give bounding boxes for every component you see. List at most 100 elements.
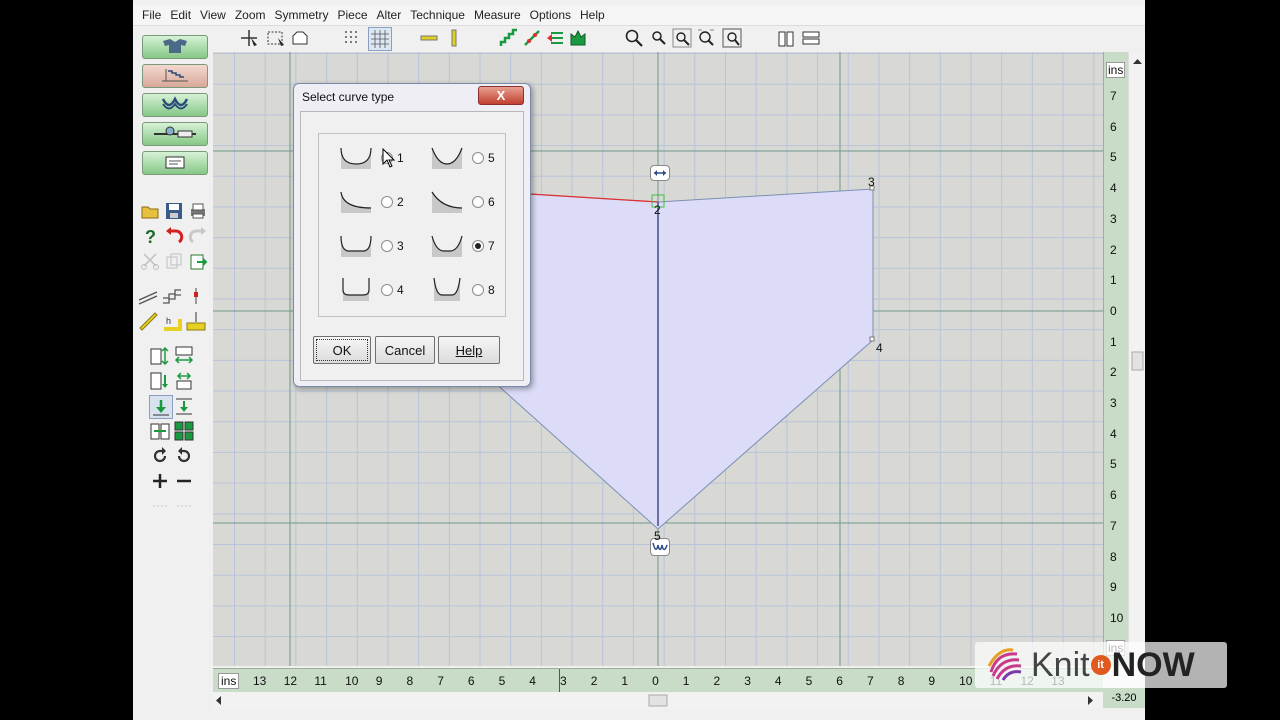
shaping-lines-icon[interactable] xyxy=(137,285,159,307)
paste-icon[interactable] xyxy=(187,250,209,272)
curve-1-label: 1 xyxy=(397,150,404,165)
zoom-fit-icon[interactable] xyxy=(671,27,693,49)
zoom-all-icon[interactable] xyxy=(721,27,743,49)
curve-option-8[interactable]: 8 xyxy=(430,274,495,305)
horizontal-scrollbar[interactable] xyxy=(213,692,1103,709)
vruler-tick: 1 xyxy=(1110,334,1117,349)
curve-6-radio[interactable] xyxy=(472,195,484,208)
hruler-tick: 0 xyxy=(652,674,659,688)
curve-option-2[interactable]: 2 xyxy=(339,186,404,217)
add-point-icon[interactable] xyxy=(149,470,171,492)
curve-5-radio[interactable] xyxy=(472,151,484,164)
menu-options[interactable]: Options xyxy=(526,5,576,22)
stretch-vertical-icon[interactable] xyxy=(149,345,171,367)
select-point-icon[interactable] xyxy=(238,27,260,49)
select-curve-type-dialog: Select curve type X 1 2 3 4 5 6 7 8 OK C… xyxy=(293,83,531,387)
curve-3-radio[interactable] xyxy=(381,239,393,252)
curve-option-4[interactable]: 4 xyxy=(339,274,404,305)
vruler-tick: 7 xyxy=(1110,89,1117,103)
logo-text-now: NOW xyxy=(1111,645,1195,684)
knitting-machine-button[interactable] xyxy=(142,122,208,146)
curve-7-radio[interactable] xyxy=(472,239,484,252)
chart-grid-icon xyxy=(160,67,190,86)
garment-button[interactable] xyxy=(142,35,208,59)
dot-grid-icon[interactable] xyxy=(341,27,363,49)
cut-scissors-icon[interactable] xyxy=(139,250,161,272)
dialog-close-button[interactable]: X xyxy=(478,86,524,105)
arrow-left-shaping-icon[interactable] xyxy=(544,27,566,49)
split-piece-icon[interactable] xyxy=(775,27,797,49)
edge-ruler-icon[interactable] xyxy=(185,310,207,332)
curve-option-6[interactable]: 6 xyxy=(430,186,495,217)
join-piece-icon[interactable] xyxy=(800,27,822,49)
menu-piece[interactable]: Piece xyxy=(334,5,373,22)
point-label-3: 3 xyxy=(868,175,875,189)
curve-8-icon xyxy=(430,274,464,305)
diagonal-shaping-icon[interactable] xyxy=(521,27,543,49)
print-icon[interactable] xyxy=(187,200,209,222)
curve-option-5[interactable]: 5 xyxy=(430,142,495,173)
menu-view[interactable]: View xyxy=(196,5,231,22)
stairs-icon[interactable] xyxy=(498,27,520,49)
horizontal-measure-icon[interactable] xyxy=(418,27,440,49)
select-piece-icon[interactable] xyxy=(289,27,311,49)
ok-button[interactable]: OK xyxy=(313,336,371,364)
tape-measure-icon[interactable]: h xyxy=(161,310,183,332)
remove-point-icon[interactable] xyxy=(173,470,195,492)
menu-technique[interactable]: Technique xyxy=(406,5,470,22)
copy-icon[interactable] xyxy=(163,250,185,272)
menu-symmetry[interactable]: Symmetry xyxy=(271,5,334,22)
zoom-out-icon[interactable] xyxy=(647,27,669,49)
menu-zoom[interactable]: Zoom xyxy=(231,5,271,22)
move-down-aligned-icon[interactable] xyxy=(173,395,195,417)
ruler-measure-icon[interactable] xyxy=(137,310,159,332)
stitch-pattern-button[interactable] xyxy=(142,93,208,117)
output-button[interactable] xyxy=(142,151,208,175)
shaping-steps-icon[interactable] xyxy=(161,285,183,307)
width-handle-icon[interactable] xyxy=(650,165,670,181)
line-grid-icon[interactable] xyxy=(368,27,392,51)
stretch-horizontal-icon[interactable] xyxy=(173,345,195,367)
menu-edit[interactable]: Edit xyxy=(166,5,196,22)
move-down-icon[interactable] xyxy=(149,395,173,419)
curve-2-radio[interactable] xyxy=(381,195,393,208)
point-right-icon[interactable] xyxy=(173,495,195,517)
curve-4-radio[interactable] xyxy=(381,283,393,296)
curve-option-7[interactable]: 7 xyxy=(430,230,495,261)
vertical-measure-icon[interactable] xyxy=(443,27,465,49)
save-disk-icon[interactable] xyxy=(163,200,185,222)
undo-icon[interactable] xyxy=(163,225,185,247)
redo-icon[interactable] xyxy=(187,225,209,247)
mirror-horizontal-icon[interactable] xyxy=(149,420,171,442)
menu-alter[interactable]: Alter xyxy=(373,5,407,22)
point-label-4: 4 xyxy=(876,341,883,355)
help-question-icon[interactable]: ? xyxy=(139,225,161,247)
marker-pin-icon[interactable] xyxy=(185,285,207,307)
shape-piece-icon[interactable] xyxy=(567,27,589,49)
zoom-page-icon[interactable] xyxy=(695,27,717,49)
help-button[interactable]: Help xyxy=(438,336,500,364)
open-folder-icon[interactable] xyxy=(139,200,161,222)
align-center-icon[interactable] xyxy=(173,370,195,392)
curve-5-icon xyxy=(430,142,464,173)
vruler-tick: 9 xyxy=(1110,580,1117,595)
vruler-tick: 10 xyxy=(1110,610,1124,625)
vruler-tick: 0 xyxy=(1110,303,1117,318)
curve-option-3[interactable]: 3 xyxy=(339,230,404,261)
hruler-marker xyxy=(559,669,560,693)
menu-help[interactable]: Help xyxy=(576,5,610,22)
select-area-icon[interactable] xyxy=(265,27,287,49)
rotate-ccw-icon[interactable] xyxy=(173,445,195,467)
chart-button[interactable] xyxy=(142,64,208,88)
menu-file[interactable]: File xyxy=(138,5,166,22)
menu-measure[interactable]: Measure xyxy=(470,5,526,22)
zoom-in-icon[interactable] xyxy=(623,27,645,49)
curve-8-radio[interactable] xyxy=(472,283,484,296)
dialog-body: 1 2 3 4 5 6 7 8 OK Cancel Help xyxy=(300,111,524,381)
move-vertical-icon[interactable] xyxy=(149,370,171,392)
point-left-icon[interactable] xyxy=(149,495,171,517)
rotate-cw-icon[interactable] xyxy=(149,445,171,467)
vertical-scrollbar[interactable] xyxy=(1128,52,1145,666)
cancel-button[interactable]: Cancel xyxy=(375,336,435,364)
mirror-both-icon[interactable] xyxy=(173,420,195,442)
